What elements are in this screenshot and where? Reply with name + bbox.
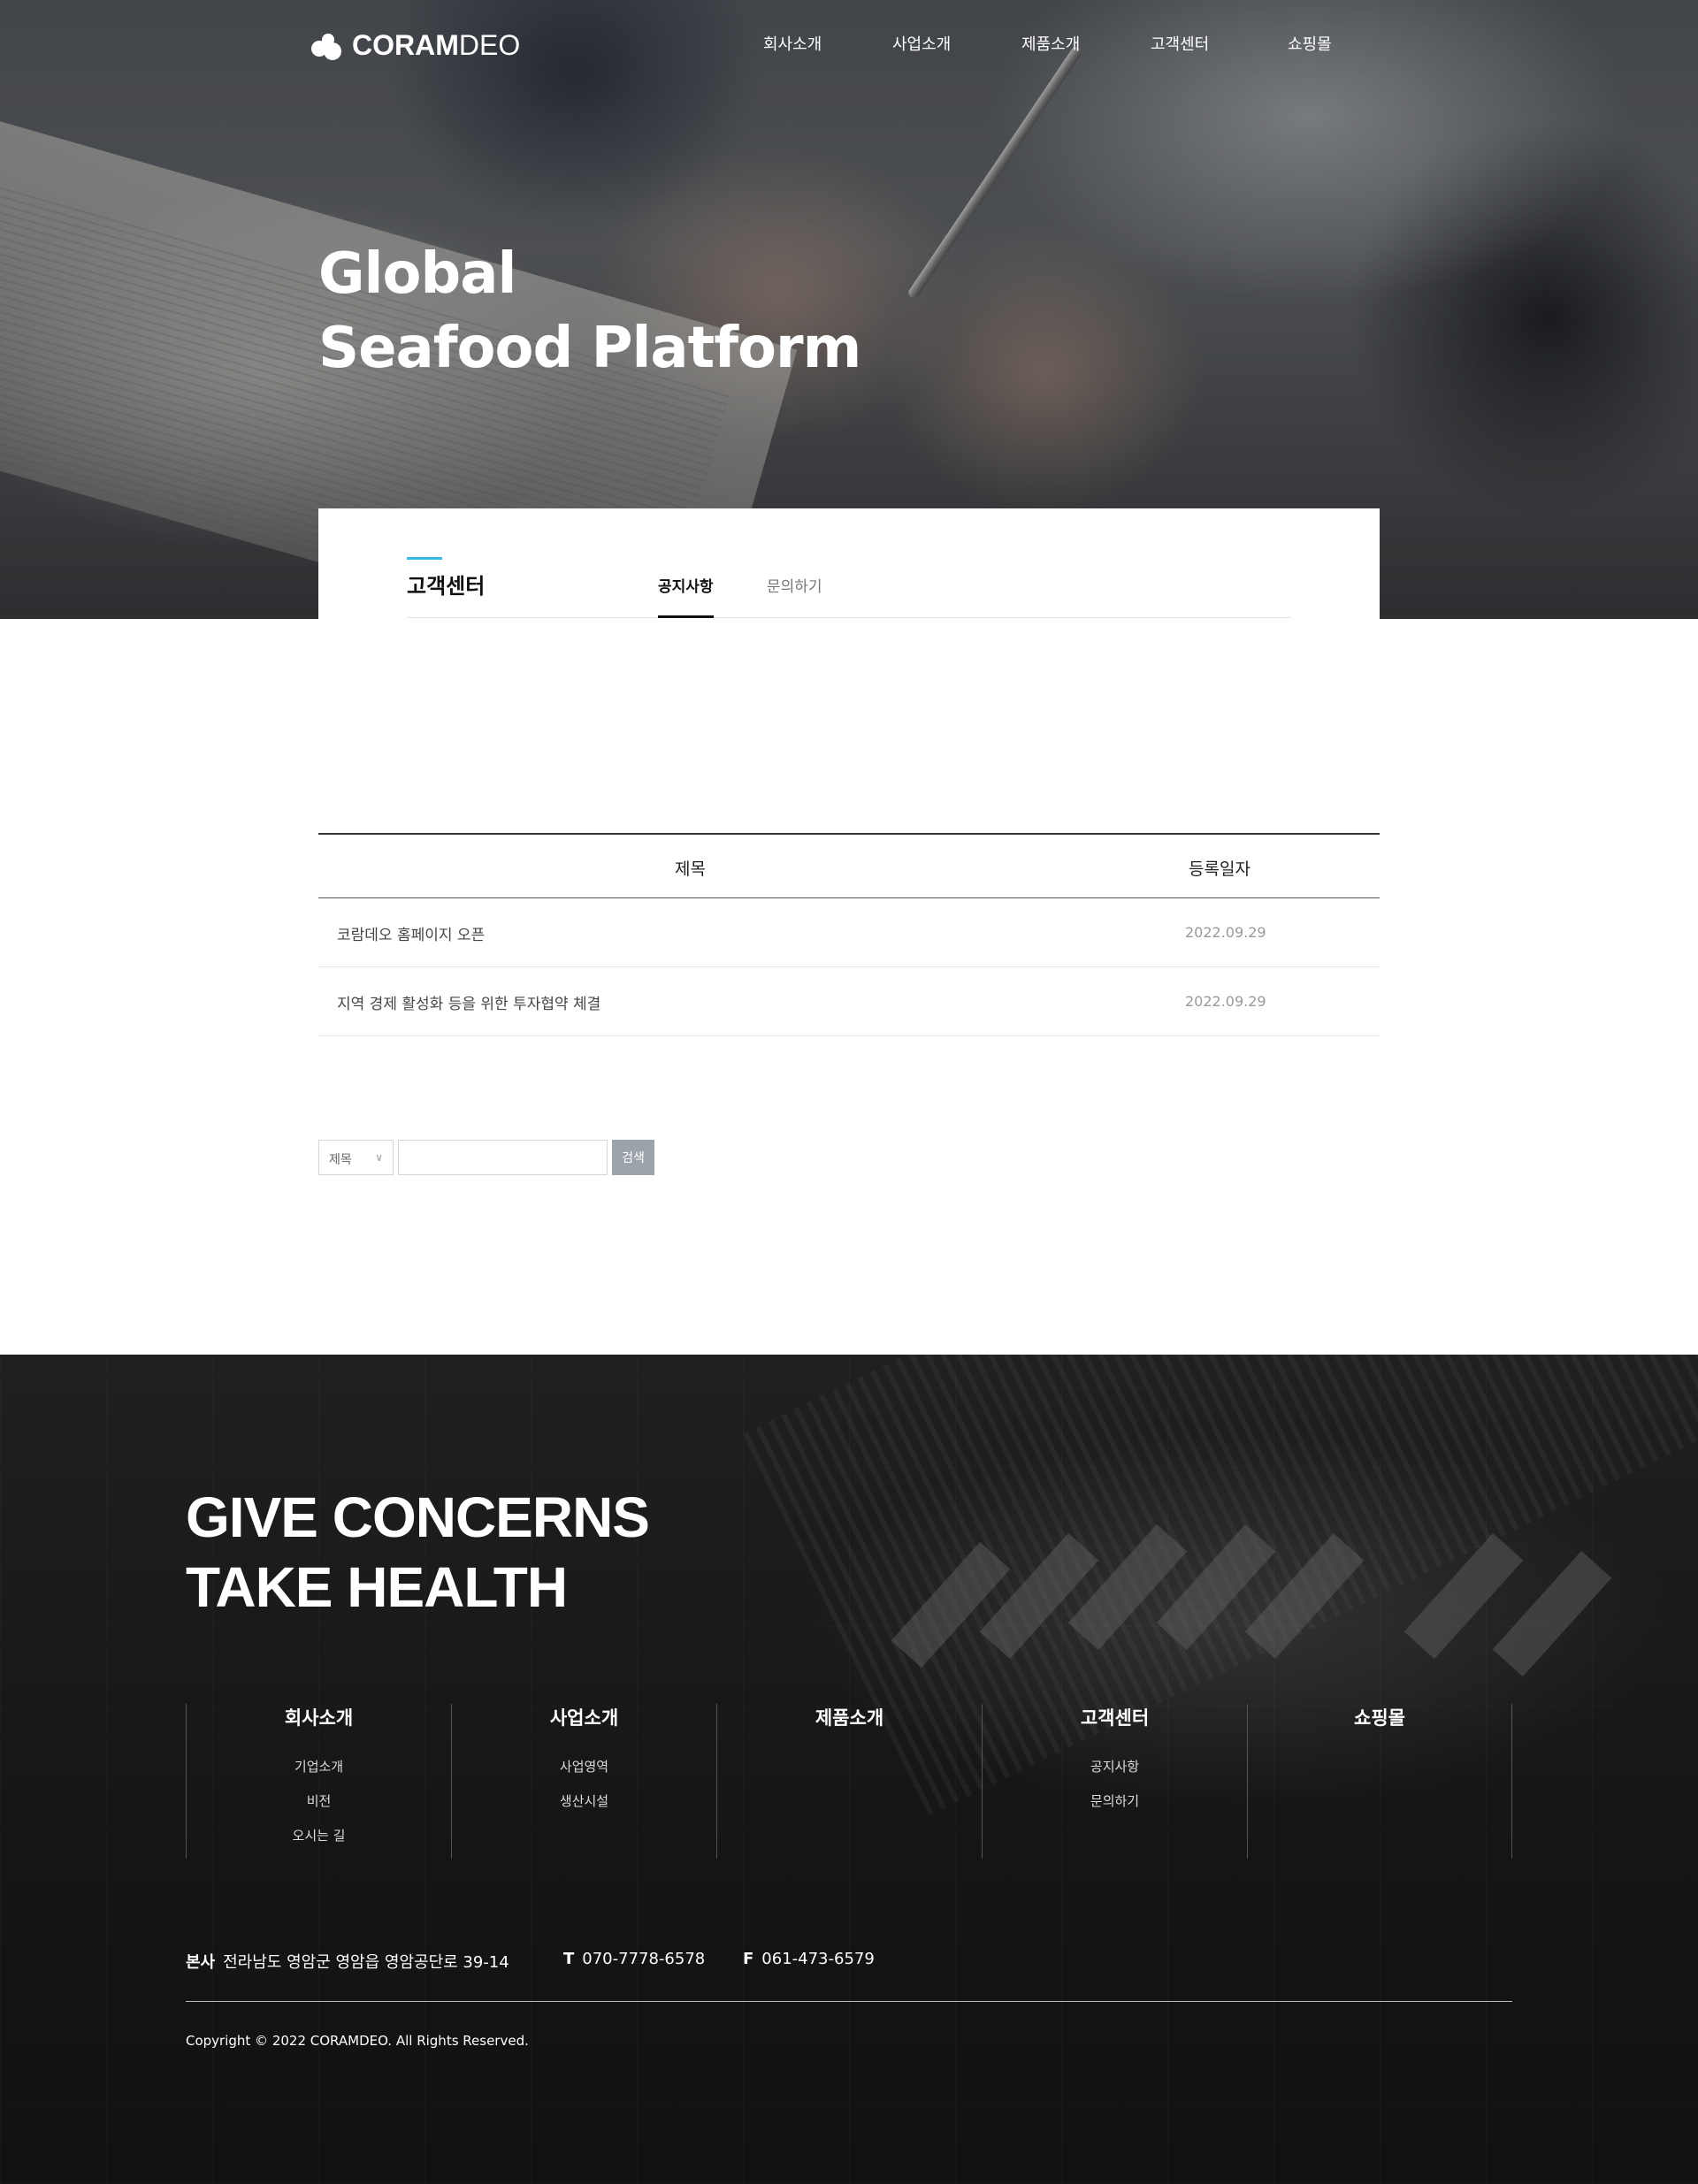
footer-column-title[interactable]: 회사소개 <box>187 1704 451 1730</box>
footer-column-title[interactable]: 고객센터 <box>983 1704 1247 1730</box>
subnav-card: 고객센터 공지사항 문의하기 <box>318 508 1380 619</box>
tab-notice[interactable]: 공지사항 <box>658 574 714 596</box>
site-header: CORAMDEO 회사소개 사업소개 제품소개 고객센터 쇼핑몰 <box>0 0 1698 88</box>
site-footer: GIVE CONCERNS TAKE HEALTH 회사소개 기업소개 비전 오… <box>0 1355 1698 2184</box>
nav-item-products[interactable]: 제품소개 <box>1021 32 1080 55</box>
chevron-down-icon: ∨ <box>375 1151 383 1164</box>
footer-address: 본사 전라남도 영암군 영암읍 영암공단로 39-14 <box>186 1950 509 1973</box>
footer-column-title[interactable]: 쇼핑몰 <box>1248 1704 1511 1730</box>
footer-column-title[interactable]: 제품소개 <box>717 1704 982 1730</box>
nav-item-customer-center[interactable]: 고객센터 <box>1151 32 1209 55</box>
nav-item-business[interactable]: 사업소개 <box>892 32 951 55</box>
footer-link[interactable]: 생산시설 <box>452 1784 716 1819</box>
footer-phone: T 070-7778-6578 <box>563 1950 705 1968</box>
subnav-divider <box>407 617 1291 618</box>
footer-link[interactable]: 비전 <box>187 1784 451 1819</box>
notice-board: 제목 등록일자 코람데오 홈페이지 오픈 2022.09.29 지역 경제 활성… <box>318 833 1380 1036</box>
footer-slogan-line-2: TAKE HEALTH <box>186 1555 568 1619</box>
table-row[interactable]: 지역 경제 활성화 등을 위한 투자협약 체결 2022.09.29 <box>318 967 1380 1036</box>
search-field-select[interactable]: 제목 ∨ <box>318 1140 394 1175</box>
footer-slogan: GIVE CONCERNS TAKE HEALTH <box>186 1483 650 1623</box>
address-value: 전라남도 영암군 영암읍 영암공단로 39-14 <box>223 1953 509 1972</box>
table-row[interactable]: 코람데오 홈페이지 오픈 2022.09.29 <box>318 898 1380 967</box>
footer-link[interactable]: 오시는 길 <box>187 1819 451 1853</box>
hero-title-line-1: Global <box>318 241 516 307</box>
footer-link[interactable]: 문의하기 <box>983 1784 1247 1819</box>
search-button[interactable]: 검색 <box>612 1140 654 1175</box>
footer-column-business: 사업소개 사업영역 생산시설 <box>451 1704 716 1859</box>
hero-title: Global Seafood Platform <box>318 237 861 386</box>
nav-item-shop[interactable]: 쇼핑몰 <box>1288 32 1332 55</box>
footer-link[interactable]: 기업소개 <box>187 1750 451 1784</box>
search-field-value: 제목 <box>329 1153 352 1167</box>
footer-slogan-line-1: GIVE CONCERNS <box>186 1485 650 1549</box>
board-search: 제목 ∨ 검색 <box>318 1140 654 1177</box>
tab-active-underline <box>658 615 714 618</box>
subnav-accent-bar <box>407 557 442 560</box>
address-label: 본사 <box>186 1953 216 1972</box>
column-header-title: 제목 <box>675 859 706 879</box>
phone-label: T <box>563 1950 575 1968</box>
footer-sitemap: 회사소개 기업소개 비전 오시는 길 사업소개 사업영역 생산시설 제품소개 고… <box>186 1704 1512 1859</box>
main-nav: 회사소개 사업소개 제품소개 고객센터 쇼핑몰 <box>0 32 1698 58</box>
footer-link[interactable]: 사업영역 <box>452 1750 716 1784</box>
hero-title-line-2: Seafood Platform <box>318 316 861 381</box>
footer-column-company: 회사소개 기업소개 비전 오시는 길 <box>186 1704 451 1859</box>
footer-divider <box>186 2001 1512 2002</box>
column-header-date: 등록일자 <box>1189 859 1251 879</box>
tab-inquiry[interactable]: 문의하기 <box>767 574 822 596</box>
search-input[interactable] <box>398 1140 608 1175</box>
footer-column-products: 제품소개 <box>716 1704 982 1859</box>
footer-fax: F 061-473-6579 <box>743 1950 875 1968</box>
row-title-link[interactable]: 지역 경제 활성화 등을 위한 투자협약 체결 <box>337 991 600 1013</box>
fax-value: 061-473-6579 <box>761 1950 875 1968</box>
copyright: Copyright © 2022 CORAMDEO. All Rights Re… <box>186 2033 529 2049</box>
row-title-link[interactable]: 코람데오 홈페이지 오픈 <box>337 922 485 944</box>
row-date: 2022.09.29 <box>1185 924 1266 941</box>
footer-column-customer-center: 고객센터 공지사항 문의하기 <box>982 1704 1247 1859</box>
fax-label: F <box>743 1950 754 1968</box>
phone-value: 070-7778-6578 <box>582 1950 706 1968</box>
board-header: 제목 등록일자 <box>318 833 1380 898</box>
row-date: 2022.09.29 <box>1185 993 1266 1010</box>
footer-column-title[interactable]: 사업소개 <box>452 1704 716 1730</box>
nav-item-company[interactable]: 회사소개 <box>763 32 822 55</box>
footer-column-shop: 쇼핑몰 <box>1247 1704 1512 1859</box>
subnav-title: 고객센터 <box>407 574 486 599</box>
footer-link[interactable]: 공지사항 <box>983 1750 1247 1784</box>
